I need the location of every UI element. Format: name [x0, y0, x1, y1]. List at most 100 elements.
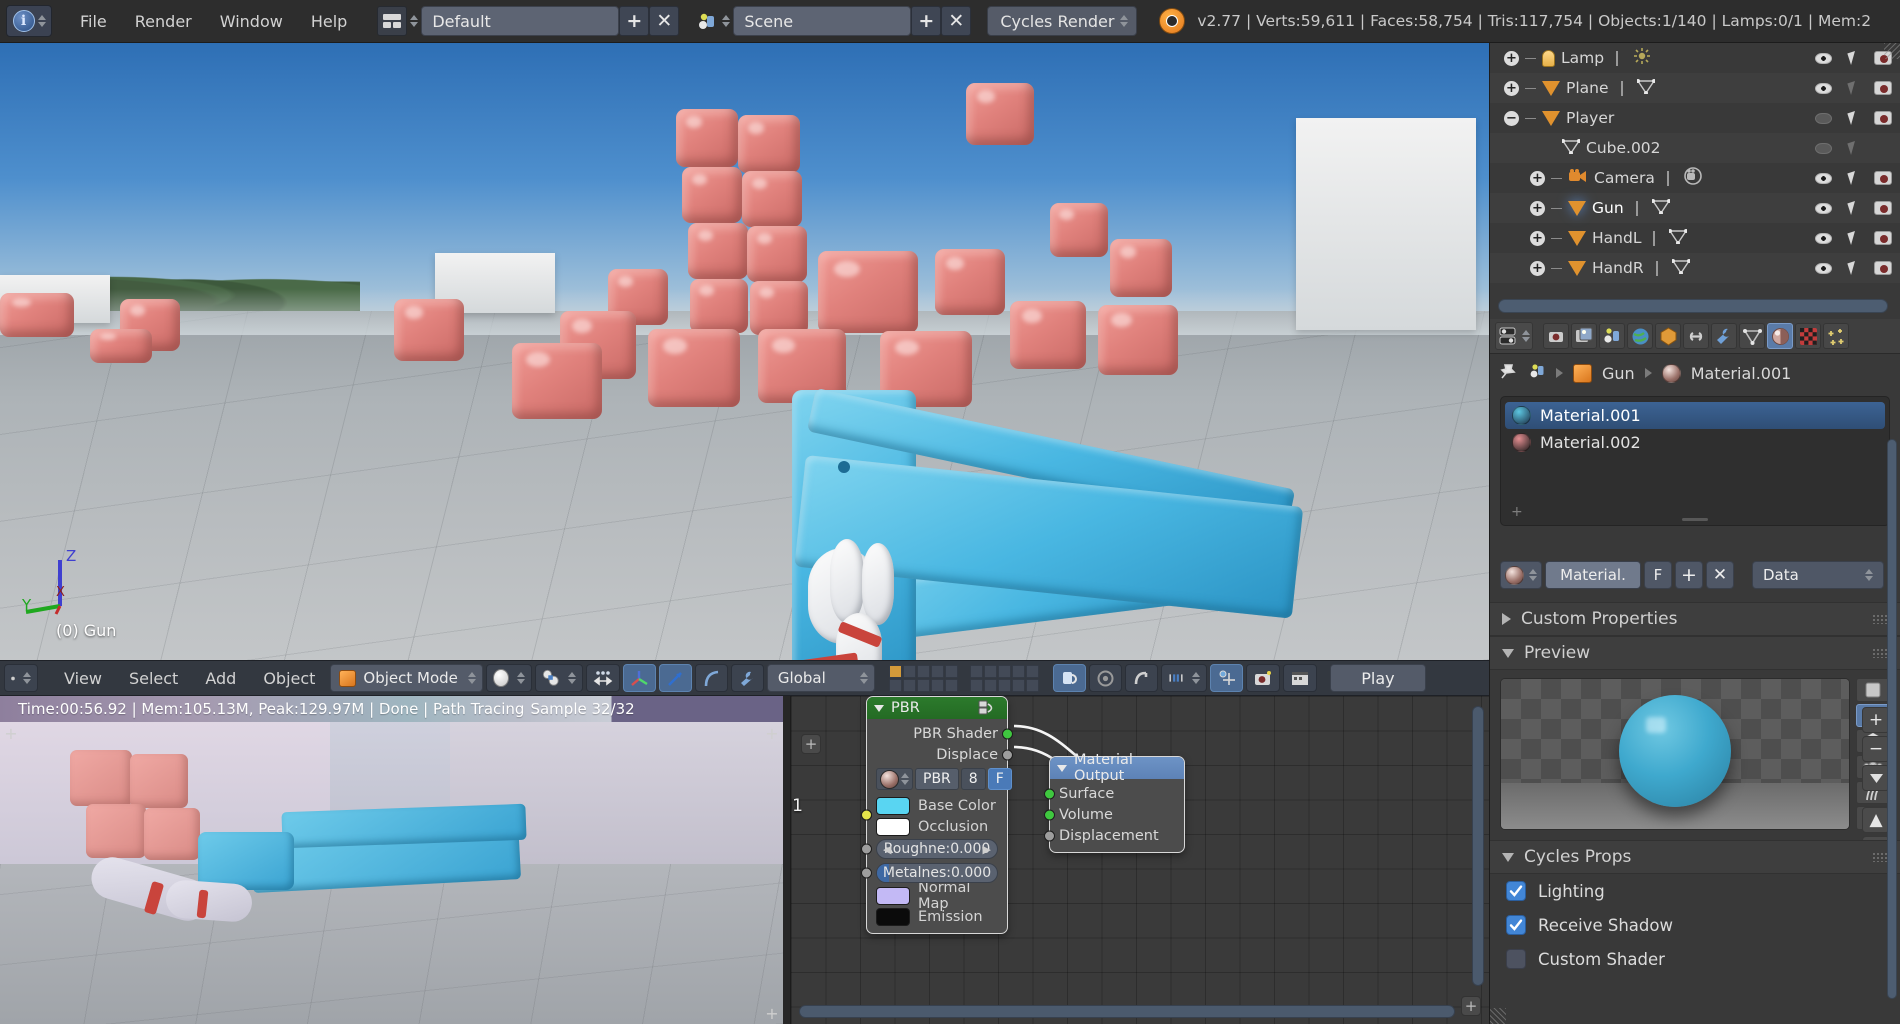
data-tab-icon[interactable] — [1739, 323, 1765, 349]
render-view-corner-br[interactable]: + — [765, 1006, 779, 1020]
material-tab-icon[interactable] — [1767, 323, 1793, 349]
visibility-toggle-icon[interactable] — [1815, 113, 1832, 124]
material-list-resize-grip[interactable] — [1682, 518, 1708, 521]
delete-layout-button[interactable]: ✕ — [649, 6, 679, 36]
breadcrumb-material-name[interactable]: Material.001 — [1691, 364, 1792, 383]
render-engine-select[interactable]: Cycles Render — [987, 6, 1137, 36]
node-output-pbr-shader[interactable]: PBR Shader — [867, 723, 1007, 744]
camera-data-icon[interactable] — [1683, 167, 1703, 189]
properties-editor[interactable]: Gun Material.001 Material.001Material.00… — [1489, 319, 1900, 1024]
outliner-hscrollbar[interactable] — [1498, 299, 1888, 313]
cycles-prop-custom-shader[interactable]: Custom Shader — [1490, 942, 1900, 976]
mesh-data-icon[interactable] — [1672, 259, 1690, 278]
visibility-toggle-icon[interactable] — [1815, 263, 1832, 274]
play-button[interactable]: Play — [1330, 664, 1426, 692]
material-slot-add-icon[interactable]: + — [1511, 504, 1523, 520]
remove-material-slot-button[interactable]: − — [1862, 736, 1890, 762]
proportional-edit-icon[interactable] — [1089, 664, 1122, 692]
output-socket-shader[interactable] — [1002, 728, 1013, 739]
menu-file[interactable]: File — [66, 9, 121, 34]
cycles-prop-lighting[interactable]: Lighting — [1490, 874, 1900, 908]
panel-preview[interactable]: Preview — [1490, 636, 1900, 670]
node-input-metalness[interactable]: Metalnes:0.000 — [867, 861, 1007, 885]
visibility-toggle-icon[interactable] — [1815, 83, 1832, 94]
selectability-toggle-icon[interactable] — [1847, 171, 1858, 185]
material-slot-item[interactable]: Material.002 — [1505, 429, 1885, 456]
node-material-output[interactable]: Material Output Surface Volume Displacem… — [1049, 756, 1185, 853]
input-socket-roughness[interactable] — [861, 844, 872, 855]
outliner-expander[interactable]: + — [1530, 201, 1545, 216]
constraints-tab-icon[interactable] — [1683, 323, 1709, 349]
renderability-toggle-icon[interactable] — [1874, 231, 1892, 245]
renderability-toggle-icon[interactable] — [1874, 201, 1892, 215]
input-socket-surface[interactable] — [1044, 788, 1055, 799]
render-layers-tab-icon[interactable] — [1571, 323, 1597, 349]
pin-icon[interactable] — [1500, 362, 1518, 384]
node-input-volume[interactable]: Volume — [1050, 804, 1184, 825]
outliner[interactable]: +Lamp+Plane−PlayerCube.002+Camera+Gun+Ha… — [1489, 43, 1900, 319]
scale-manipulator-icon[interactable] — [695, 664, 728, 692]
metalness-slider[interactable]: Metalnes:0.000 — [876, 863, 998, 883]
scene-chevron-icon[interactable] — [722, 15, 730, 27]
preview-flat-icon[interactable] — [1856, 678, 1890, 702]
layout-chevron-icon[interactable] — [410, 15, 418, 27]
texture-tab-icon[interactable] — [1795, 323, 1821, 349]
visibility-toggle-icon[interactable] — [1815, 143, 1832, 154]
emission-swatch[interactable] — [876, 908, 910, 926]
material-name-field[interactable]: Material. — [1545, 561, 1641, 589]
node-input-normal-map[interactable]: Normal Map — [867, 885, 1007, 906]
node-material-output-header[interactable]: Material Output — [1050, 757, 1184, 779]
outliner-row-player[interactable]: −Player — [1490, 103, 1900, 133]
input-socket-metalness[interactable] — [861, 868, 872, 879]
visibility-toggle-icon[interactable] — [1815, 233, 1832, 244]
outliner-row-handl[interactable]: +HandL — [1490, 223, 1900, 253]
properties-resize-grip[interactable] — [1490, 1008, 1506, 1024]
node-input-base-color[interactable]: Base Color — [867, 795, 1007, 816]
renderability-toggle-icon[interactable] — [1874, 81, 1892, 95]
menu-help[interactable]: Help — [297, 9, 361, 34]
material-browse-icon[interactable] — [1500, 561, 1542, 589]
outliner-row-handr[interactable]: +HandR — [1490, 253, 1900, 283]
scene-tab-icon[interactable] — [1599, 323, 1625, 349]
render-view-corner-tr[interactable]: + — [765, 726, 779, 740]
renderability-toggle-icon[interactable] — [1874, 171, 1892, 185]
outliner-expander[interactable]: + — [1530, 171, 1545, 186]
menu-window[interactable]: Window — [206, 9, 297, 34]
renderability-toggle-icon[interactable] — [1874, 111, 1892, 125]
panel-cycles-props[interactable]: Cycles Props — [1490, 840, 1900, 874]
slider-left-arrow-icon[interactable]: ◀ — [883, 843, 891, 856]
manipulator-toggle-icon[interactable] — [586, 664, 620, 692]
node-input-surface[interactable]: Surface — [1050, 783, 1184, 804]
renderability-toggle-icon[interactable] — [1874, 261, 1892, 275]
delete-scene-button[interactable]: ✕ — [941, 6, 971, 36]
node-input-displacement[interactable]: Displacement — [1050, 825, 1184, 846]
occlusion-swatch[interactable] — [876, 818, 910, 836]
selectability-toggle-icon[interactable] — [1847, 261, 1858, 275]
outliner-row-lamp[interactable]: +Lamp — [1490, 43, 1900, 73]
wrench-icon[interactable] — [731, 664, 764, 692]
outliner-row-cube-002[interactable]: Cube.002 — [1490, 133, 1900, 163]
particles-tab-icon[interactable] — [1823, 323, 1849, 349]
world-tab-icon[interactable] — [1627, 323, 1653, 349]
material-fake-user-button[interactable]: F — [1644, 561, 1672, 589]
selectability-toggle-icon[interactable] — [1847, 231, 1858, 245]
base-color-swatch[interactable] — [876, 797, 910, 815]
transform-orientation-select[interactable]: Global — [767, 664, 875, 692]
rotate-manipulator-icon[interactable] — [659, 664, 692, 692]
material-slot-list[interactable]: Material.001Material.002 + — [1500, 396, 1890, 526]
checkbox[interactable] — [1506, 915, 1526, 935]
mesh-data-icon[interactable] — [1637, 79, 1655, 98]
checkbox[interactable] — [1506, 949, 1526, 969]
scene-icon[interactable] — [1528, 362, 1546, 384]
node-collapse-icon[interactable] — [874, 705, 884, 712]
visibility-toggle-icon[interactable] — [1815, 203, 1832, 214]
breadcrumb-object-name[interactable]: Gun — [1602, 364, 1635, 383]
node-pbr-header[interactable]: PBR — [867, 697, 1007, 719]
outliner-row-gun[interactable]: +Gun — [1490, 193, 1900, 223]
material-unlink-button[interactable]: ✕ — [1706, 561, 1734, 589]
outliner-expander[interactable]: + — [1504, 81, 1519, 96]
lock-scene-icon[interactable] — [1053, 664, 1086, 692]
material-specials-button[interactable] — [1862, 765, 1890, 791]
node-input-occlusion[interactable]: Occlusion — [867, 816, 1007, 837]
input-socket-volume[interactable] — [1044, 809, 1055, 820]
